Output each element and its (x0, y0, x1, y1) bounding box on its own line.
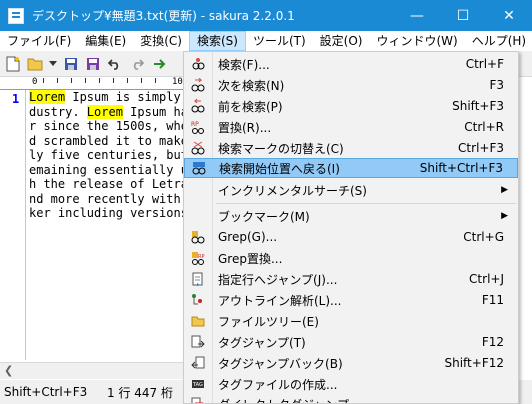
toggle-search-mark-icon (188, 138, 208, 158)
horizontal-scrollbar[interactable]: ❮ (0, 362, 185, 379)
status-shortcut-hint: Shift+Ctrl+F3 (4, 385, 88, 399)
direct-tag-jump-icon (188, 394, 208, 403)
line-number-gutter: 1 (0, 90, 26, 360)
menu-tools[interactable]: ツール(T) (246, 31, 313, 51)
line-number: 1 (12, 92, 20, 106)
menu-settings[interactable]: 設定(O) (313, 31, 370, 51)
menu-item-grep-replace[interactable]: RP Grep置換... (184, 248, 518, 268)
submenu-arrow-icon: ▶ (501, 211, 508, 221)
menu-item-tag-jump-back[interactable]: タグジャンプバック(B) Shift+F12 (184, 353, 518, 373)
menu-item-create-tag-file[interactable]: TAG タグファイルの作成... (184, 374, 518, 394)
dropdown-arrow-icon[interactable] (48, 55, 58, 73)
menu-item-direct-tag-jump[interactable]: ダイレクトタグジャンプ (184, 394, 518, 403)
search-dropdown-menu: 検索(F)... Ctrl+F 次を検索(N) F3 前を検索(P) Shift… (183, 51, 519, 404)
menu-file[interactable]: ファイル(F) (0, 31, 78, 51)
menu-item-toggle-search-mark[interactable]: 検索マークの切替え(C) Ctrl+F3 (184, 138, 518, 158)
menu-item-outline[interactable]: アウトライン解析(L)... F11 (184, 290, 518, 310)
save-icon[interactable] (62, 55, 80, 73)
window-title: デスクトップ¥無題3.txt(更新) - sakura 2.2.0.1 (32, 9, 295, 23)
ruler: 0 10 (0, 77, 185, 90)
search-match: Lorem (86, 104, 123, 119)
menu-item-jump-to-line[interactable]: 指定行へジャンプ(J)... Ctrl+J (184, 269, 518, 289)
menu-item-replace[interactable]: RP 置換(R)... Ctrl+R (184, 117, 518, 137)
code-line: nd more recently with (29, 191, 181, 206)
title-bar: デスクトップ¥無題3.txt(更新) - sakura 2.2.0.1 — ☐ … (0, 0, 532, 31)
text-editor[interactable]: Lorem Ipsum is simply dustry. Lorem Ipsu… (27, 90, 185, 360)
submenu-arrow-icon: ▶ (501, 185, 508, 195)
menu-item-bookmark[interactable]: ブックマーク(M) ▶ (184, 206, 518, 226)
code-line: d scrambled it to make (29, 133, 185, 148)
code-line: h the release of Letra (29, 177, 185, 191)
menu-search[interactable]: 検索(S) (188, 31, 246, 51)
find-prev-icon (188, 96, 208, 116)
code-line: r since the 1500s, whe (29, 119, 185, 133)
tag-jump-icon (188, 332, 208, 352)
grep-icon (188, 227, 208, 247)
search-match: Lorem (29, 90, 66, 104)
redo-icon[interactable] (128, 55, 146, 73)
status-cursor-position: 1 行 447 桁 (107, 385, 173, 400)
close-button[interactable]: ✕ (486, 0, 532, 31)
svg-text:TAG: TAG (192, 382, 203, 388)
menu-item-find[interactable]: 検索(F)... Ctrl+F (184, 54, 518, 74)
menu-item-find-next[interactable]: 次を検索(N) F3 (184, 75, 518, 95)
search-icon[interactable] (150, 55, 168, 73)
replace-icon: RP (188, 117, 208, 137)
menu-item-incremental-search[interactable]: インクリメンタルサーチ(S) ▶ (184, 180, 518, 200)
open-folder-icon[interactable] (26, 55, 44, 73)
save-all-icon[interactable] (84, 55, 102, 73)
menu-window[interactable]: ウィンドウ(W) (369, 31, 464, 51)
ruler-label-0: 0 (32, 77, 38, 87)
menu-item-find-prev[interactable]: 前を検索(P) Shift+F3 (184, 96, 518, 116)
tag-file-icon: TAG (188, 374, 208, 394)
menu-bar: ファイル(F) 編集(E) 変換(C) 検索(S) ツール(T) 設定(O) ウ… (0, 31, 532, 51)
outline-icon (188, 290, 208, 310)
app-icon (8, 7, 24, 24)
new-file-icon[interactable] (4, 55, 22, 73)
menu-item-file-tree[interactable]: ファイルツリー(E) (184, 311, 518, 331)
svg-text:RP: RP (191, 121, 199, 128)
find-next-icon (188, 75, 208, 95)
tag-jump-back-icon (188, 353, 208, 373)
grep-replace-icon: RP (188, 248, 208, 268)
menu-item-grep[interactable]: Grep(G)... Ctrl+G (184, 227, 518, 247)
menu-convert[interactable]: 変換(C) (133, 31, 189, 51)
code-line: Lorem Ipsum is simply (29, 90, 181, 104)
menu-item-tag-jump[interactable]: タグジャンプ(T) F12 (184, 332, 518, 352)
return-to-search-start-icon (189, 158, 209, 178)
code-line: ker including versions (29, 206, 185, 220)
ruler-label-10: 10 (172, 77, 183, 87)
menu-item-return-to-search-start[interactable]: 検索開始位置へ戻る(I) Shift+Ctrl+F3 (184, 158, 518, 178)
code-line: dustry. Lorem Ipsum ha (29, 104, 185, 119)
maximize-button[interactable]: ☐ (440, 0, 486, 31)
minimize-button[interactable]: — (394, 0, 440, 31)
menu-edit[interactable]: 編集(E) (78, 31, 133, 51)
jump-to-line-icon (188, 269, 208, 289)
code-line: ly five centuries, but (29, 148, 185, 162)
find-icon (188, 54, 208, 74)
menu-help[interactable]: ヘルプ(H) (465, 31, 532, 51)
code-line: emaining essentially u (29, 162, 185, 177)
undo-icon[interactable] (106, 55, 124, 73)
file-tree-icon (188, 311, 208, 331)
scroll-left-icon[interactable]: ❮ (4, 364, 13, 377)
